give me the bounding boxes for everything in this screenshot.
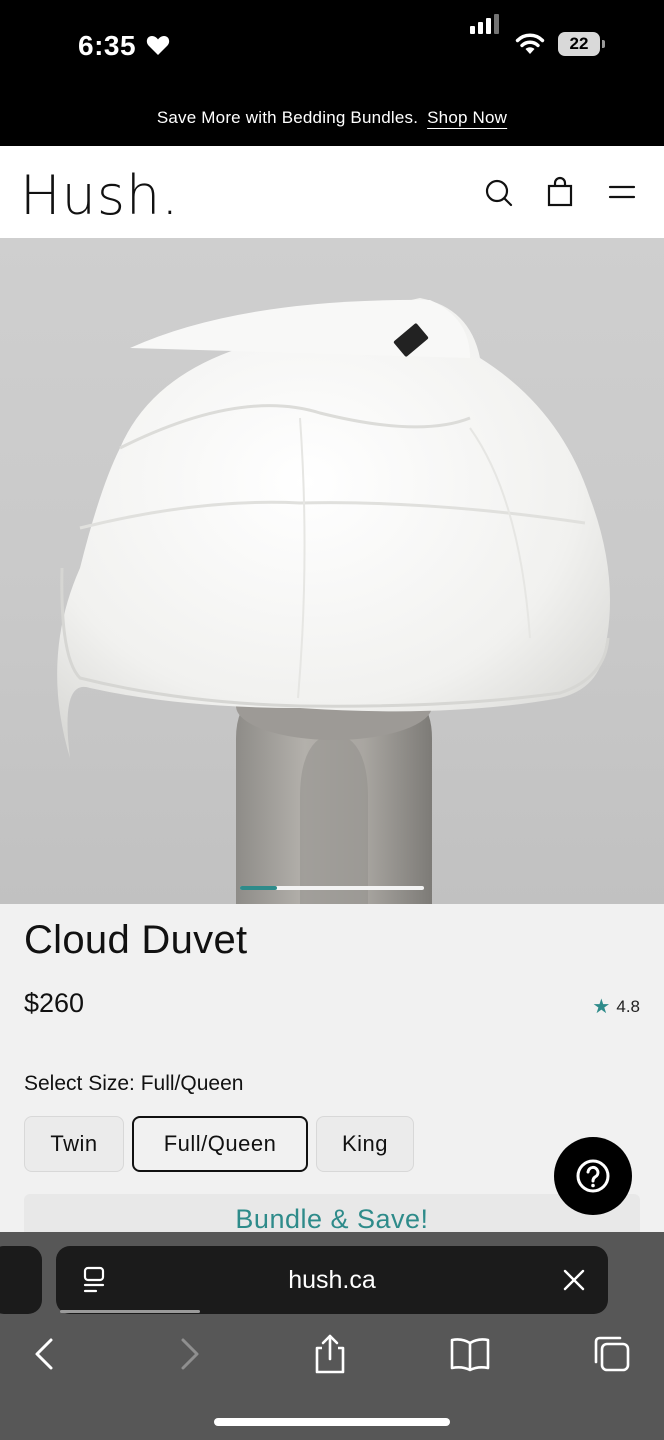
promo-text: Save More with Bedding Bundles. (156, 108, 419, 127)
carousel-progress-fill (240, 886, 277, 890)
size-option-twin[interactable]: Twin (24, 1116, 124, 1172)
bundle-label: Bundle & Save! (235, 1204, 429, 1234)
carousel-progress-bar[interactable] (240, 886, 424, 890)
star-icon: ★ (592, 996, 611, 1018)
status-bar: 6:35 22 (0, 0, 664, 92)
rating-value: 4.8 (616, 996, 640, 1016)
logo[interactable]: Hush. (20, 164, 179, 227)
page-load-progress (60, 1310, 200, 1313)
shopping-bag-icon[interactable] (544, 176, 576, 208)
page: 6:35 22 Save More with Bedding Bundles. … (0, 0, 664, 1440)
bookmarks-icon[interactable] (448, 1332, 492, 1376)
promo-bar: Save More with Bedding Bundles. Shop Now (0, 92, 664, 146)
product-hero-image[interactable] (0, 238, 664, 904)
status-time: 6:35 (78, 30, 137, 61)
menu-icon[interactable] (606, 176, 638, 208)
address-bar[interactable]: hush.ca (56, 1246, 608, 1314)
search-icon[interactable] (482, 176, 514, 208)
wifi-icon (515, 33, 545, 54)
forward-icon[interactable] (166, 1332, 210, 1376)
battery-icon: 22 (558, 32, 600, 56)
heart-icon (146, 36, 170, 55)
size-label: Select Size: Full/Queen (24, 1072, 244, 1095)
size-option-full-queen[interactable]: Full/Queen (132, 1116, 308, 1172)
share-icon[interactable] (308, 1332, 352, 1376)
duvet-illustration (57, 298, 610, 904)
home-indicator[interactable] (214, 1418, 450, 1426)
product-title: Cloud Duvet (24, 918, 248, 962)
size-option-king[interactable]: King (316, 1116, 414, 1172)
close-icon[interactable] (562, 1268, 586, 1292)
product-price: $260 (24, 988, 85, 1018)
shop-now-link[interactable]: Shop Now (427, 108, 507, 127)
help-button[interactable] (554, 1137, 632, 1215)
product-rating[interactable]: ★ 4.8 (592, 994, 640, 1019)
site-header: Hush. (0, 146, 664, 238)
previous-tab-preview[interactable] (0, 1246, 42, 1314)
url-text: hush.ca (288, 1266, 376, 1294)
battery-nub (602, 40, 605, 48)
tabs-icon[interactable] (590, 1332, 634, 1376)
question-mark-icon (576, 1159, 610, 1193)
back-icon[interactable] (24, 1332, 68, 1376)
